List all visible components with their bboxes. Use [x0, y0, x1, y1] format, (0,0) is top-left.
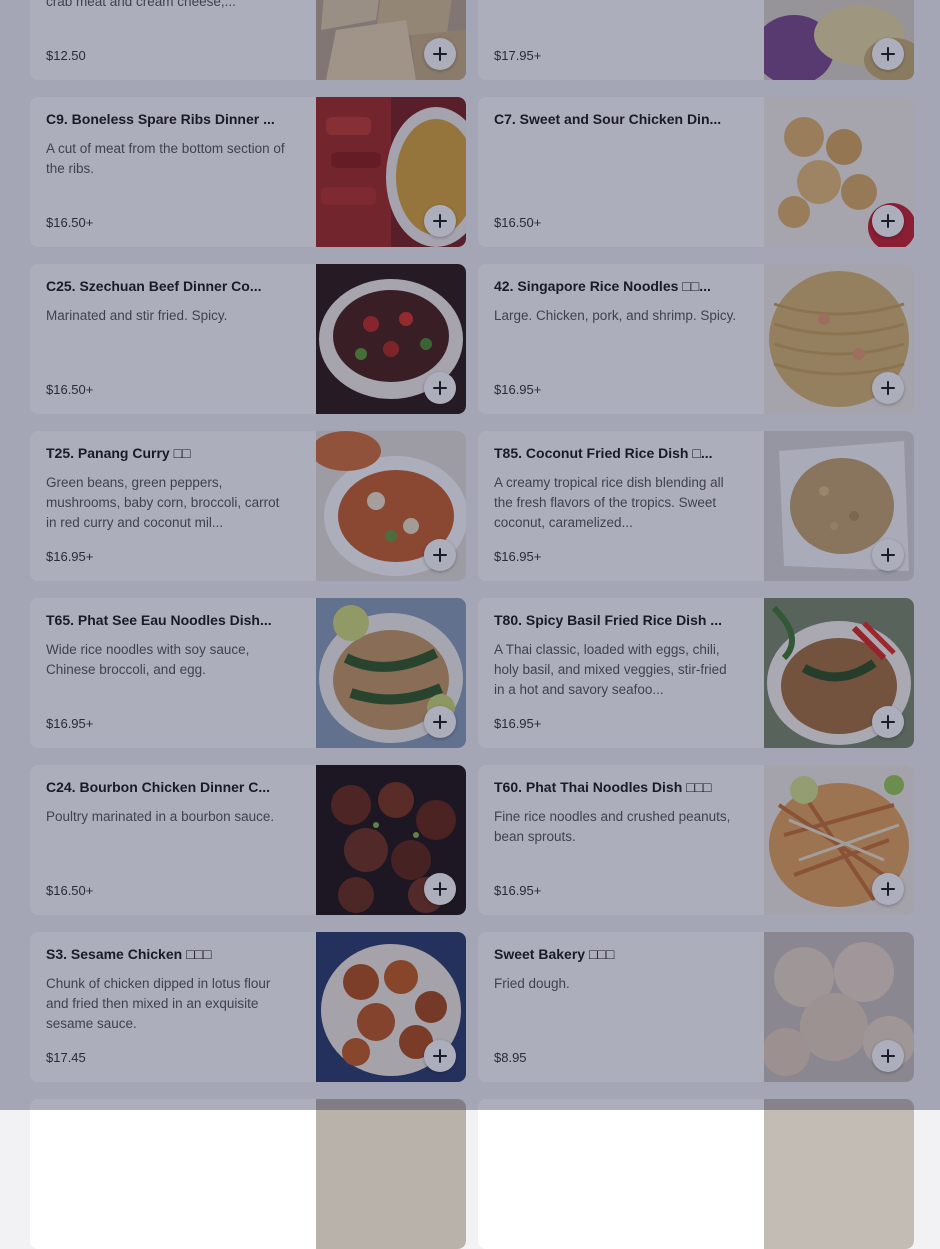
add-to-cart-button[interactable]	[424, 539, 456, 571]
item-title: T25. Panang Curry □□	[46, 445, 191, 461]
add-to-cart-button[interactable]	[872, 873, 904, 905]
item-photo	[764, 1099, 914, 1249]
item-price: $16.50+	[46, 215, 94, 230]
item-title: T60. Phat Thai Noodles Dish □□□	[494, 779, 712, 795]
item-title: C9. Boneless Spare Ribs Dinner ...	[46, 111, 275, 127]
plus-icon	[433, 715, 447, 729]
item-description: Chunk of chicken dipped in lotus flour a…	[46, 976, 271, 1031]
plus-icon	[433, 47, 447, 61]
menu-item-card[interactable]	[478, 1099, 914, 1249]
add-to-cart-button[interactable]	[872, 372, 904, 404]
add-to-cart-button[interactable]	[424, 706, 456, 738]
plus-icon	[881, 1049, 895, 1063]
menu-item-card[interactable]: of creamy, savory filling made with real…	[30, 0, 466, 80]
item-price: $16.50+	[46, 382, 94, 397]
item-title: T65. Phat See Eau Noodles Dish...	[46, 612, 272, 628]
plus-icon	[881, 715, 895, 729]
item-title: C24. Bourbon Chicken Dinner C...	[46, 779, 271, 795]
item-price: $16.50+	[46, 883, 94, 898]
add-to-cart-button[interactable]	[872, 38, 904, 70]
plus-icon	[433, 548, 447, 562]
item-title: T80. Spicy Basil Fried Rice Dish ...	[494, 612, 722, 628]
plus-icon	[881, 47, 895, 61]
menu-item-card[interactable]: 42. Singapore Rice Noodles □□... Large. …	[478, 264, 914, 414]
item-title: Sweet Bakery □□□	[494, 946, 615, 962]
add-to-cart-button[interactable]	[424, 38, 456, 70]
add-to-cart-button[interactable]	[872, 539, 904, 571]
item-title: C7. Sweet and Sour Chicken Din...	[494, 111, 722, 127]
add-to-cart-button[interactable]	[424, 205, 456, 237]
item-price: $16.95+	[494, 716, 542, 731]
item-description: A cut of meat from the bottom section of…	[46, 141, 285, 176]
menu-item-card[interactable]: C24. Bourbon Chicken Dinner C... Poultry…	[30, 765, 466, 915]
menu-item-card[interactable]: $17.95+	[478, 0, 914, 80]
menu-item-card[interactable]	[30, 1099, 466, 1249]
item-price: $17.45	[46, 1050, 86, 1065]
menu-item-card[interactable]: Sweet Bakery □□□ Fried dough. $8.95	[478, 932, 914, 1082]
add-to-cart-button[interactable]	[872, 706, 904, 738]
item-description: Poultry marinated in a bourbon sauce.	[46, 809, 275, 824]
item-description: of creamy, savory filling made with real…	[46, 0, 236, 9]
item-photo	[316, 1099, 466, 1249]
plus-icon	[433, 882, 447, 896]
item-description: Marinated and stir fried. Spicy.	[46, 308, 228, 323]
plus-icon	[881, 381, 895, 395]
menu-item-card[interactable]: C9. Boneless Spare Ribs Dinner ... A cut…	[30, 97, 466, 247]
menu-item-card[interactable]: T65. Phat See Eau Noodles Dish... Wide r…	[30, 598, 466, 748]
add-to-cart-button[interactable]	[424, 873, 456, 905]
plus-icon	[881, 548, 895, 562]
plus-icon	[881, 214, 895, 228]
menu-item-card[interactable]: S3. Sesame Chicken □□□ Chunk of chicken …	[30, 932, 466, 1082]
item-title: S3. Sesame Chicken □□□	[46, 946, 212, 962]
add-to-cart-button[interactable]	[424, 372, 456, 404]
item-description: A creamy tropical rice dish blending all…	[494, 475, 724, 530]
menu-item-card[interactable]: C7. Sweet and Sour Chicken Din... $16.50…	[478, 97, 914, 247]
menu-item-card[interactable]: T80. Spicy Basil Fried Rice Dish ... A T…	[478, 598, 914, 748]
item-description: Fine rice noodles and crushed peanuts, b…	[494, 809, 731, 844]
item-title: 42. Singapore Rice Noodles □□...	[494, 278, 711, 294]
item-price: $8.95	[494, 1050, 527, 1065]
item-price: $16.95+	[46, 716, 94, 731]
item-price: $16.95+	[46, 549, 94, 564]
item-price: $16.95+	[494, 883, 542, 898]
add-to-cart-button[interactable]	[872, 205, 904, 237]
item-price: $17.95+	[494, 48, 542, 63]
item-description: Wide rice noodles with soy sauce, Chines…	[46, 642, 250, 677]
item-price: $12.50	[46, 48, 86, 63]
plus-icon	[881, 882, 895, 896]
item-description: Large. Chicken, pork, and shrimp. Spicy.	[494, 308, 737, 323]
item-title: C25. Szechuan Beef Dinner Co...	[46, 278, 262, 294]
item-price: $16.50+	[494, 215, 542, 230]
menu-item-card[interactable]: T25. Panang Curry □□ Green beans, green …	[30, 431, 466, 581]
item-description: Fried dough.	[494, 976, 570, 991]
menu-item-card[interactable]: T60. Phat Thai Noodles Dish □□□ Fine ric…	[478, 765, 914, 915]
add-to-cart-button[interactable]	[424, 1040, 456, 1072]
item-description: Green beans, green peppers, mushrooms, b…	[46, 475, 280, 530]
item-description: A Thai classic, loaded with eggs, chili,…	[494, 642, 727, 697]
plus-icon	[433, 1049, 447, 1063]
plus-icon	[433, 381, 447, 395]
menu-item-card[interactable]: T85. Coconut Fried Rice Dish □... A crea…	[478, 431, 914, 581]
add-to-cart-button[interactable]	[872, 1040, 904, 1072]
plus-icon	[433, 214, 447, 228]
item-price: $16.95+	[494, 382, 542, 397]
menu-item-card[interactable]: C25. Szechuan Beef Dinner Co... Marinate…	[30, 264, 466, 414]
item-title: T85. Coconut Fried Rice Dish □...	[494, 445, 713, 461]
item-price: $16.95+	[494, 549, 542, 564]
